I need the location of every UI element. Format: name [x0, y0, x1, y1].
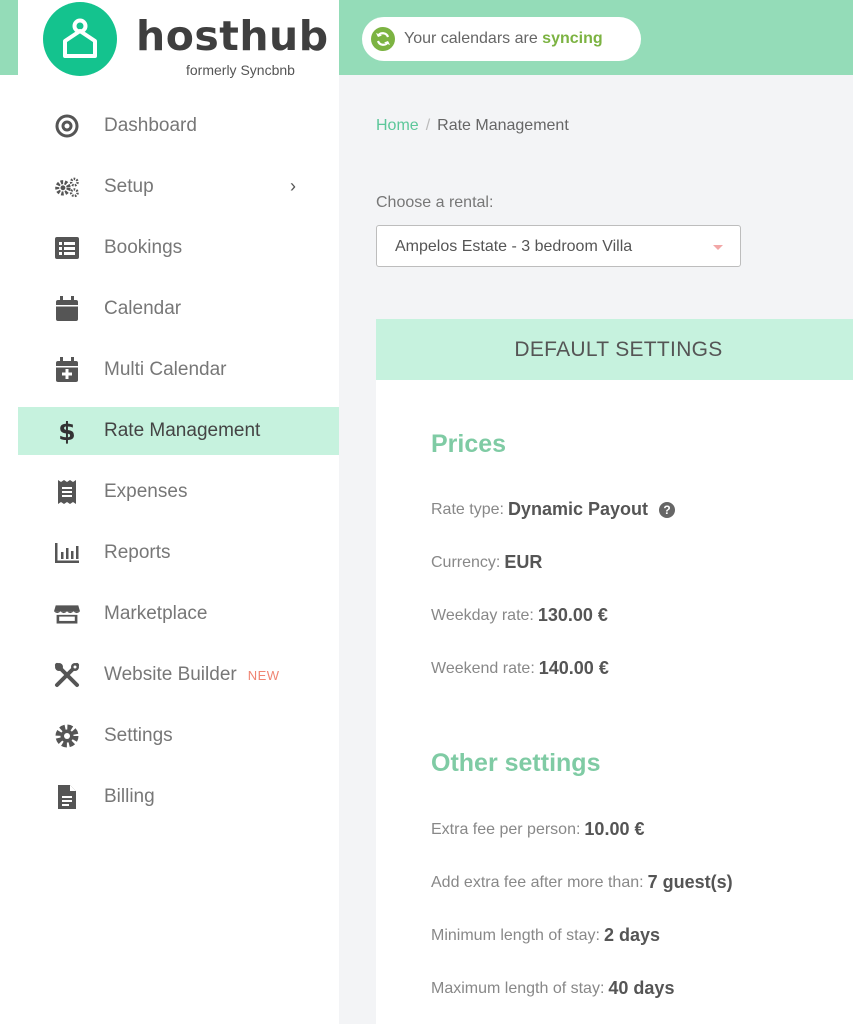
store-icon: [54, 601, 80, 627]
tools-icon: [54, 662, 80, 688]
new-badge: NEW: [247, 667, 280, 683]
calendar-plus-icon: [54, 356, 80, 383]
weekday-rate-label: Weekday rate:: [431, 606, 534, 624]
breadcrumb: Home / Rate Management: [376, 117, 569, 135]
sidebar-item-billing[interactable]: Billing: [18, 766, 339, 827]
sync-status-word: syncing: [542, 30, 603, 47]
brand-subtitle: formerly Syncbnb: [186, 62, 295, 78]
receipt-icon: [54, 479, 80, 505]
logo[interactable]: [43, 2, 117, 76]
max-stay-label: Maximum length of stay:: [431, 979, 605, 997]
extra-fee-after-row: Add extra fee after more than: 7 guest(s…: [431, 872, 733, 893]
other-settings-title: Other settings: [431, 749, 601, 777]
sidebar-item-label: Settings: [104, 724, 173, 746]
sidebar-item-rate-management[interactable]: $ Rate Management: [18, 407, 339, 455]
sidebar-item-dashboard[interactable]: Dashboard: [18, 95, 339, 156]
sidebar-item-setup[interactable]: Setup ›: [18, 156, 339, 217]
rental-selected-value: Ampelos Estate - 3 bedroom Villa: [395, 238, 633, 255]
gears-icon: [54, 174, 80, 200]
sidebar-item-label: Reports: [104, 541, 171, 563]
extra-fee-after-label: Add extra fee after more than:: [431, 873, 644, 891]
sidebar-item-expenses[interactable]: Expenses: [18, 461, 339, 522]
sidebar-item-label: Rate Management: [104, 420, 261, 441]
breadcrumb-current: Rate Management: [437, 117, 569, 134]
weekday-rate-row: Weekday rate: 130.00 €: [431, 605, 608, 626]
max-stay-row: Maximum length of stay: 40 days: [431, 978, 674, 999]
default-settings-title: DEFAULT SETTINGS: [514, 337, 723, 361]
default-settings-header: DEFAULT SETTINGS: [376, 319, 853, 380]
min-stay-label: Minimum length of stay:: [431, 926, 600, 944]
rate-type-row: Rate type: Dynamic Payout ?: [431, 499, 675, 520]
min-stay-value: 2 days: [603, 925, 660, 945]
sidebar-item-label: Marketplace: [104, 602, 208, 624]
extra-fee-value: 10.00 €: [584, 819, 645, 839]
sidebar-item-label: Multi Calendar: [104, 358, 227, 380]
svg-text:$: $: [58, 417, 75, 445]
rental-select[interactable]: Ampelos Estate - 3 bedroom Villa: [376, 225, 741, 267]
extra-fee-row: Extra fee per person: 10.00 €: [431, 819, 644, 840]
sidebar-item-label: Calendar: [104, 297, 182, 319]
sidebar-item-calendar[interactable]: Calendar: [18, 278, 339, 339]
currency-label: Currency:: [431, 553, 501, 571]
target-icon: [54, 113, 80, 139]
sidebar-item-bookings[interactable]: Bookings: [18, 217, 339, 278]
sidebar-item-label: Bookings: [104, 236, 183, 258]
currency-row: Currency: EUR: [431, 552, 542, 573]
sidebar-item-label: Website Builder NEW: [104, 664, 280, 686]
extra-fee-after-value: 7 guest(s): [647, 872, 733, 892]
extra-fee-label: Extra fee per person:: [431, 820, 581, 838]
prices-title: Prices: [431, 430, 507, 458]
sidebar-item-settings[interactable]: Settings: [18, 705, 339, 766]
sync-message: Your calendars are syncing: [404, 30, 603, 48]
currency-value: EUR: [504, 552, 543, 572]
sidebar: hosthub formerly Syncbnb Dashboard Setup…: [18, 0, 339, 1024]
rental-label: Choose a rental:: [376, 194, 494, 211]
brand-name: hosthub: [136, 12, 329, 60]
sidebar-item-label: Billing: [104, 785, 155, 807]
sync-prefix: Your calendars are: [404, 30, 538, 47]
rate-type-label: Rate type:: [431, 500, 504, 518]
sidebar-item-label: Dashboard: [104, 114, 197, 136]
weekday-rate-value: 130.00 €: [537, 605, 608, 625]
bar-chart-icon: [54, 540, 80, 566]
document-icon: [54, 784, 80, 810]
breadcrumb-home-link[interactable]: Home: [376, 117, 419, 134]
list-icon: [54, 235, 80, 261]
sidebar-item-reports[interactable]: Reports: [18, 522, 339, 583]
sidebar-item-label: Expenses: [104, 480, 188, 502]
sidebar-item-website-builder[interactable]: Website Builder NEW: [18, 644, 339, 705]
house-person-icon: [63, 18, 97, 58]
dollar-icon: $: [54, 417, 80, 445]
default-settings-card: DEFAULT SETTINGS Prices Rate type: Dynam…: [376, 319, 853, 1024]
weekend-rate-label: Weekend rate:: [431, 659, 535, 677]
calendar-icon: [54, 295, 80, 322]
max-stay-value: 40 days: [608, 978, 675, 998]
rate-type-value: Dynamic Payout: [507, 499, 648, 519]
sidebar-item-marketplace[interactable]: Marketplace: [18, 583, 339, 644]
weekend-rate-value: 140.00 €: [538, 658, 609, 678]
left-margin: [0, 75, 18, 1024]
sidebar-nav: Dashboard Setup › Bookings Calendar Mult…: [18, 95, 339, 827]
question-circle-icon[interactable]: ?: [658, 501, 675, 518]
caret-down-icon: [713, 245, 723, 250]
website-builder-label: Website Builder: [104, 663, 237, 685]
gear-icon: [54, 723, 80, 749]
min-stay-row: Minimum length of stay: 2 days: [431, 925, 660, 946]
weekend-rate-row: Weekend rate: 140.00 €: [431, 658, 609, 679]
sync-status-pill: Your calendars are syncing: [362, 17, 641, 61]
sidebar-item-label: Setup: [104, 175, 154, 197]
chevron-right-icon: ›: [290, 176, 296, 196]
refresh-icon: [371, 27, 395, 51]
sidebar-item-multi-calendar[interactable]: Multi Calendar: [18, 339, 339, 400]
breadcrumb-separator: /: [425, 117, 431, 134]
